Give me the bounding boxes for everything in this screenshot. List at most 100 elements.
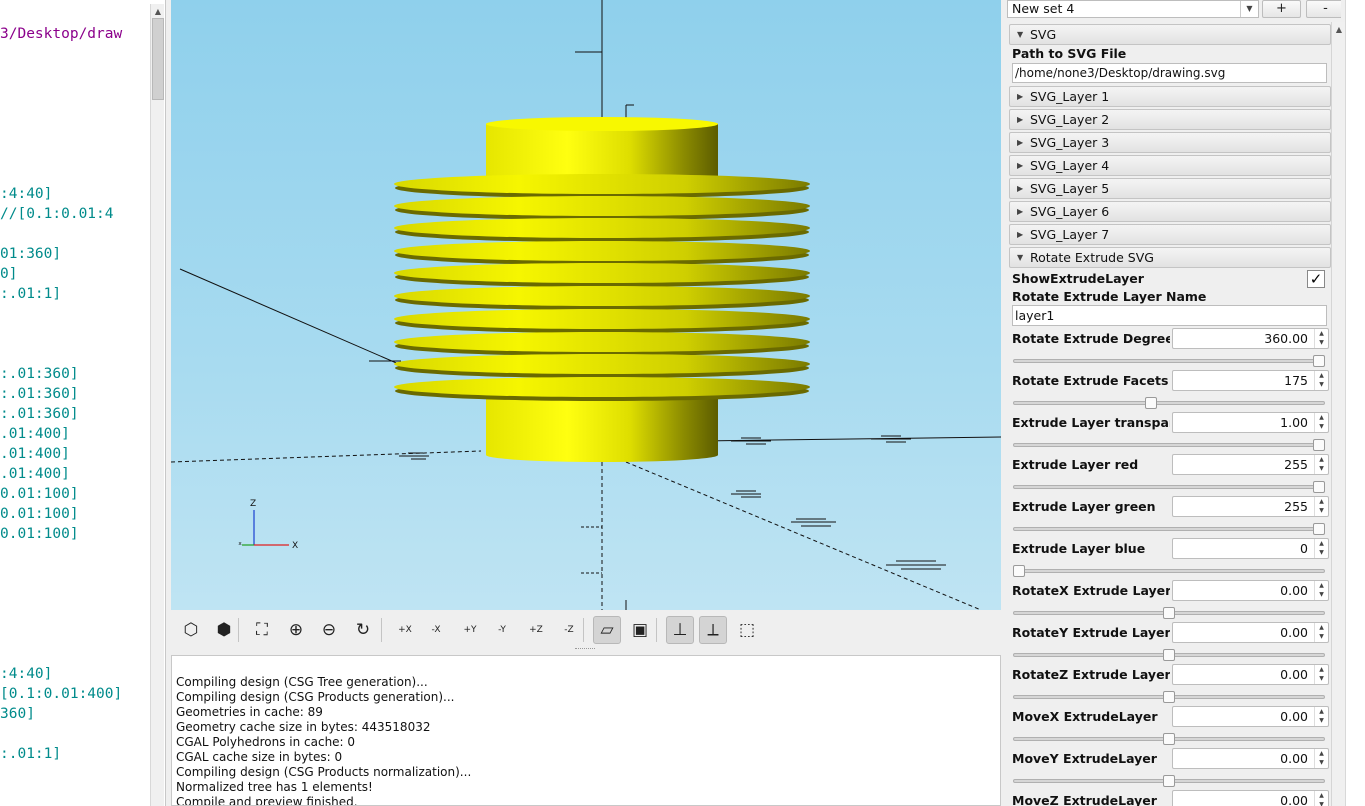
spin-arrows-icon[interactable]: ▲ ▼ [1314,455,1328,474]
group-svg-layer[interactable]: ▶ SVG_Layer 1 [1009,86,1331,107]
spin-arrows-icon[interactable]: ▲ ▼ [1314,791,1328,806]
customizer-scrollbar[interactable]: ▲ [1331,22,1345,806]
render-icon[interactable]: ⬢ [210,616,238,644]
param-slider[interactable] [1013,527,1325,531]
slider-handle[interactable] [1313,481,1325,493]
slider-handle[interactable] [1313,439,1325,451]
layer-title: SVG_Layer 6 [1030,204,1110,219]
view-right-icon[interactable]: +X [391,616,419,644]
code-line: :.01:1] [0,286,62,302]
preset-select[interactable]: New set 4 ▼ [1007,0,1259,18]
preview-icon[interactable]: ⬡ [177,616,205,644]
group-svg-layer[interactable]: ▶ SVG_Layer 6 [1009,201,1331,222]
spin-arrows-icon[interactable]: ▲ ▼ [1314,329,1328,348]
param-slider[interactable] [1013,485,1325,489]
slider-handle[interactable] [1163,733,1175,745]
spin-arrows-icon[interactable]: ▲ ▼ [1314,539,1328,558]
spin-arrows-icon[interactable]: ▲ ▼ [1314,665,1328,684]
view-top-icon[interactable]: +Z [522,616,550,644]
slider-handle[interactable] [1163,691,1175,703]
param-spinbox[interactable]: 0.00 ▲ ▼ [1172,580,1329,601]
param-slider[interactable] [1013,401,1325,405]
group-svg[interactable]: ▼ SVG [1009,24,1331,45]
spin-arrows-icon[interactable]: ▲ ▼ [1314,413,1328,432]
param-spinbox[interactable]: 0.00 ▲ ▼ [1172,748,1329,769]
code-line: :.01:1] [0,746,62,762]
view-bottom-icon[interactable]: -Z [555,616,583,644]
console-line: Compiling design (CSG Products normaliza… [176,765,472,779]
view-back-icon[interactable]: +Y [456,616,484,644]
param-value: 175 [1284,373,1308,388]
group-svg-layer[interactable]: ▶ SVG_Layer 5 [1009,178,1331,199]
slider-handle[interactable] [1163,607,1175,619]
toolbar-icon-glyph: ▱ [600,620,614,640]
zoom-in-icon[interactable]: ⊕ [282,616,310,644]
reset-view-icon[interactable]: ↻ [349,616,377,644]
toolbar-icon-glyph: -Y [498,625,506,635]
zoom-out-icon[interactable]: ⊖ [315,616,343,644]
toolbar-separator [381,618,382,642]
add-preset-button[interactable]: + [1262,0,1301,18]
param-label: MoveY ExtrudeLayer [1012,751,1157,766]
group-svg-layer[interactable]: ▶ SVG_Layer 3 [1009,132,1331,153]
group-svg-layer[interactable]: ▶ SVG_Layer 7 [1009,224,1331,245]
console-line: Geometry cache size in bytes: 443518032 [176,720,431,734]
view-all-icon[interactable]: ⛶ [248,616,276,644]
show-axes-icon[interactable]: ⊥ [666,616,694,644]
slider-handle[interactable] [1163,649,1175,661]
param-spinbox[interactable]: 360.00 ▲ ▼ [1172,328,1329,349]
editor-scrollbar[interactable]: ▲ [150,4,164,806]
scroll-up-icon[interactable]: ▲ [1332,22,1346,36]
show-edges-icon[interactable]: ⬚ [733,616,761,644]
layer-name-input[interactable]: layer1 [1012,305,1327,326]
slider-handle[interactable] [1145,397,1157,409]
show-scale-icon[interactable]: ⟂ [699,616,727,644]
group-svg-layer[interactable]: ▶ SVG_Layer 4 [1009,155,1331,176]
param-spinbox[interactable]: 0.00 ▲ ▼ [1172,790,1329,806]
param-slider[interactable] [1013,569,1325,573]
code-line: 01:360] [0,246,62,262]
spin-arrows-icon[interactable]: ▲ ▼ [1314,581,1328,600]
console-panel[interactable]: Compiling design (CSG Tree generation)..… [171,655,1001,806]
code-editor[interactable]: 3/Desktop/draw:4:40] //[0.1:0.01:4 01:360]… [0,0,166,806]
spin-arrows-icon[interactable]: ▲ ▼ [1314,371,1328,390]
view-front-icon[interactable]: -Y [488,616,516,644]
editor-scroll-thumb[interactable] [152,18,164,100]
param-spinbox[interactable]: 0 ▲ ▼ [1172,538,1329,559]
param-spinbox[interactable]: 0.00 ▲ ▼ [1172,622,1329,643]
customizer-panel: New set 4 ▼ + - ▼ SVG Path to SVG File/hom… [1007,0,1341,806]
3d-viewport[interactable]: Z X ˣ [171,0,1001,610]
spin-arrows-icon[interactable]: ▲ ▼ [1314,497,1328,516]
param-spinbox[interactable]: 0.00 ▲ ▼ [1172,706,1329,727]
param-spinbox[interactable]: 255 ▲ ▼ [1172,496,1329,517]
orthogonal-icon[interactable]: ▣ [626,616,654,644]
toolbar-icon-glyph: ⊥ [672,620,688,640]
param-spinbox[interactable]: 0.00 ▲ ▼ [1172,664,1329,685]
chevron-down-icon[interactable]: ▼ [1240,1,1258,17]
slider-handle[interactable] [1163,775,1175,787]
spin-arrows-icon[interactable]: ▲ ▼ [1314,707,1328,726]
slider-handle[interactable] [1013,565,1025,577]
param-slider[interactable] [1013,359,1325,363]
slider-handle[interactable] [1313,355,1325,367]
param-spinbox[interactable]: 255 ▲ ▼ [1172,454,1329,475]
spin-arrows-icon[interactable]: ▲ ▼ [1314,623,1328,642]
param-spinbox[interactable]: 175 ▲ ▼ [1172,370,1329,391]
axis-x-label: X [292,541,298,551]
spin-arrows-icon[interactable]: ▲ ▼ [1314,749,1328,768]
show-extrude-checkbox[interactable]: ✓ [1307,270,1325,288]
group-svg-layer[interactable]: ▶ SVG_Layer 2 [1009,109,1331,130]
view-left-icon[interactable]: -X [422,616,450,644]
param-label: Extrude Layer green [1012,499,1156,514]
panel-splitter[interactable] [575,648,595,652]
remove-preset-button[interactable]: - [1306,0,1341,18]
svg-path-input[interactable]: /home/none3/Desktop/drawing.svg [1012,63,1327,83]
console-line: Normalized tree has 1 elements! [176,780,373,794]
scroll-up-icon[interactable]: ▲ [151,4,165,18]
param-label: MoveZ ExtrudeLayer [1012,793,1157,806]
param-slider[interactable] [1013,443,1325,447]
param-spinbox[interactable]: 1.00 ▲ ▼ [1172,412,1329,433]
perspective-icon[interactable]: ▱ [593,616,621,644]
group-rotate-extrude[interactable]: ▼ Rotate Extrude SVG [1009,247,1331,268]
slider-handle[interactable] [1313,523,1325,535]
